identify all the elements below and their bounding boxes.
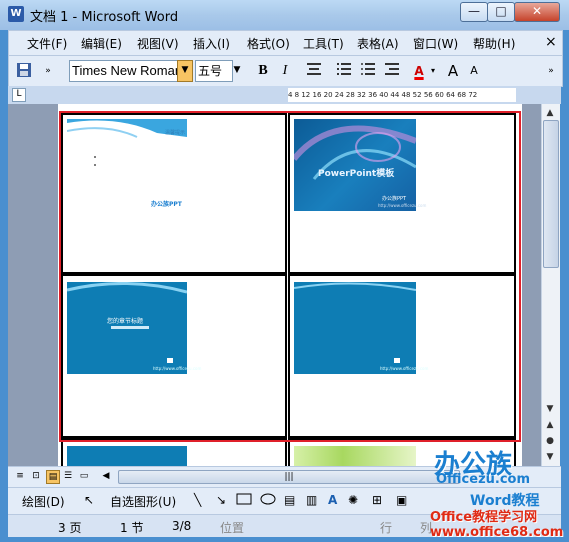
line-tool-icon[interactable]: ╲: [194, 493, 201, 507]
font-color-button[interactable]: A: [411, 62, 427, 80]
toolbar-options-icon[interactable]: »: [39, 62, 57, 80]
font-color-dropdown-icon[interactable]: ▾: [429, 62, 437, 80]
vertical-text-box-icon[interactable]: ▥: [306, 493, 317, 507]
horizontal-scroll-thumb[interactable]: |||: [118, 470, 460, 484]
minimize-button[interactable]: —: [460, 2, 488, 22]
font-size-dropdown-arrow-icon[interactable]: ▼: [231, 60, 243, 80]
menu-table[interactable]: 表格(A): [357, 35, 399, 52]
status-line: 行: [380, 521, 393, 535]
font-name-box[interactable]: Times New Roman: [69, 60, 179, 82]
status-section: 1 节: [120, 521, 144, 535]
text-box-icon[interactable]: ▤: [284, 493, 295, 507]
close-button[interactable]: ✕: [514, 2, 560, 22]
oval-tool-icon[interactable]: [260, 493, 276, 508]
menu-tools[interactable]: 工具(T): [303, 35, 344, 52]
select-browse-object-icon[interactable]: ●: [541, 434, 559, 448]
insert-picture-icon[interactable]: ▣: [396, 493, 407, 507]
rectangle-tool-icon[interactable]: [236, 493, 252, 508]
numbered-list-icon[interactable]: [335, 62, 353, 80]
diagram-icon[interactable]: ✺: [348, 493, 358, 507]
toolbar-overflow-icon[interactable]: »: [545, 62, 557, 80]
bold-button[interactable]: B: [255, 62, 271, 80]
draw-menu-button[interactable]: 绘图(D): [22, 493, 65, 510]
previous-page-icon[interactable]: ▲: [541, 418, 559, 432]
document-close-icon[interactable]: ×: [545, 34, 557, 50]
status-page: 3 页: [58, 521, 82, 535]
autoshapes-menu-button[interactable]: 自选图形(U): [110, 493, 176, 510]
outline-view-icon[interactable]: ☰: [62, 470, 74, 482]
window-title: 文档 1 - Microsoft Word: [30, 10, 179, 25]
scroll-up-arrow-icon[interactable]: ▲: [541, 106, 559, 120]
align-center-icon[interactable]: [305, 62, 323, 80]
normal-view-icon[interactable]: ≡: [14, 470, 26, 482]
scroll-left-arrow-icon[interactable]: ◀: [100, 470, 112, 482]
slide-thumbnail: [67, 446, 187, 466]
font-dropdown-arrow-icon[interactable]: ▼: [177, 60, 193, 82]
scroll-down-arrow-icon[interactable]: ▼: [541, 402, 559, 416]
word-app-icon[interactable]: W: [8, 6, 24, 22]
formatting-toolbar: » Times New Roman ▼ 五号 ▼ B I A ▾ A A »: [8, 55, 563, 87]
status-position: 位置: [220, 521, 245, 535]
tab-selector[interactable]: L: [12, 88, 26, 102]
shrink-font-button[interactable]: A: [467, 62, 481, 80]
save-icon[interactable]: [15, 62, 33, 80]
table-selection-highlight: [59, 111, 521, 442]
menu-view[interactable]: 视图(V): [137, 35, 179, 52]
brand-url-watermark: Officezu.com: [436, 472, 531, 487]
site-watermark: Office教程学习网 www.office68.com: [430, 510, 564, 540]
menu-help[interactable]: 帮助(H): [473, 35, 515, 52]
grow-font-button[interactable]: A: [445, 62, 461, 80]
status-page-of: 3/8: [172, 519, 192, 533]
wordart-icon[interactable]: A: [328, 493, 337, 507]
menu-edit[interactable]: 编辑(E): [81, 35, 122, 52]
italic-button[interactable]: I: [277, 62, 293, 80]
maximize-button[interactable]: □: [487, 2, 515, 22]
table-cell[interactable]: [61, 438, 287, 466]
font-size-box[interactable]: 五号: [195, 60, 233, 82]
reading-view-icon[interactable]: ▭: [78, 470, 90, 482]
menu-insert[interactable]: 插入(I): [193, 35, 230, 52]
clip-art-icon[interactable]: ⊞: [372, 493, 382, 507]
indent-icon[interactable]: [383, 62, 401, 80]
menu-window[interactable]: 窗口(W): [413, 35, 458, 52]
menu-bar: 文件(F) 编辑(E) 视图(V) 插入(I) 格式(O) 工具(T) 表格(A…: [8, 30, 563, 56]
horizontal-ruler[interactable]: 4 8 12 16 20 24 28 32 36 40 44 48 52 56 …: [288, 88, 516, 102]
menu-format[interactable]: 格式(O): [247, 35, 290, 52]
menu-file[interactable]: 文件(F): [27, 35, 67, 52]
select-objects-icon[interactable]: ↖: [84, 493, 94, 507]
arrow-tool-icon[interactable]: ↘: [216, 493, 226, 507]
bullet-list-icon[interactable]: [359, 62, 377, 80]
print-view-icon[interactable]: ▤: [46, 470, 60, 484]
slide-thumbnail: [294, 446, 416, 466]
next-page-icon[interactable]: ▼: [541, 450, 559, 464]
vertical-scroll-thumb[interactable]: [543, 120, 559, 268]
web-view-icon[interactable]: ⊡: [30, 470, 42, 482]
